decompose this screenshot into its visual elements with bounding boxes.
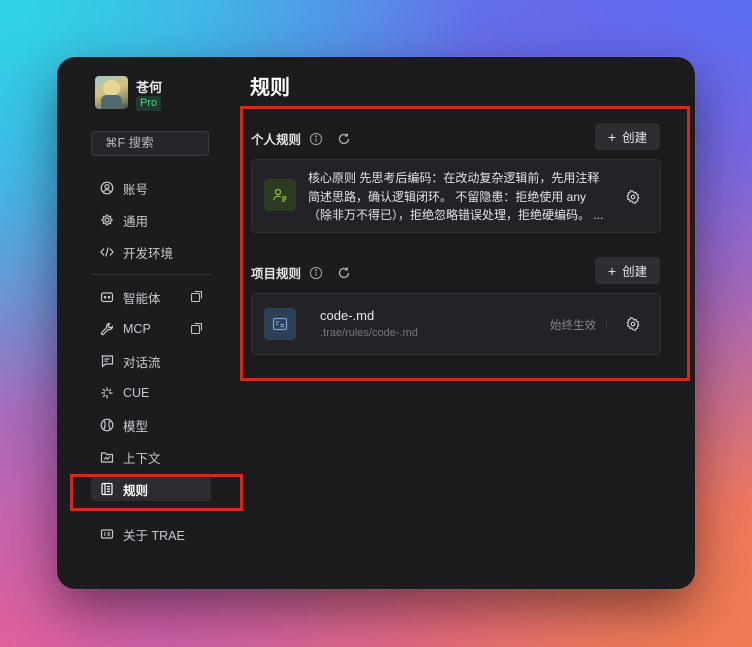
rule-status[interactable]: 始终生效 (550, 317, 596, 333)
wrench-icon (100, 322, 114, 336)
code-icon (100, 245, 114, 259)
username: 苍何 (136, 80, 163, 95)
sidebar-item-label: 通用 (123, 214, 149, 229)
avatar[interactable] (95, 76, 128, 109)
refresh-icon[interactable] (337, 132, 351, 146)
gear-icon (100, 213, 114, 227)
sidebar-item-chat-flow[interactable]: 对话流 (91, 349, 211, 373)
sidebar-item-label: 智能体 (123, 291, 161, 306)
context-icon (100, 450, 114, 464)
sidebar: 苍何 Pro ⌘F 搜索 账号 通用 开发环境 智能体 MCP 对话流 CUE … (57, 57, 227, 589)
info-icon[interactable] (309, 266, 323, 280)
user-rule-icon (264, 179, 296, 211)
plus-icon: + (607, 128, 617, 145)
sidebar-item-label: 模型 (123, 419, 149, 434)
sidebar-item-general[interactable]: 通用 (91, 208, 211, 232)
rules-page: 规则 个人规则 + 创建 核心原则 先思考后编码：在改动复杂逻辑前，先用注释简述… (250, 57, 695, 589)
pro-badge: Pro (136, 96, 162, 111)
page-title: 规则 (250, 77, 290, 99)
sidebar-item-label: 规则 (123, 483, 149, 498)
personal-rules-title: 个人规则 (251, 133, 302, 147)
gear-icon[interactable] (626, 190, 640, 204)
sidebar-item-mcp[interactable]: MCP (91, 317, 211, 341)
sidebar-item-rules[interactable]: 规则 (91, 477, 211, 501)
separator (606, 318, 607, 330)
personal-rule-text: 核心原则 先思考后编码：在改动复杂逻辑前，先用注释简述思路，确认逻辑闭环。 不留… (308, 171, 604, 222)
create-personal-rule-button[interactable]: + 创建 (595, 123, 660, 150)
create-button-label: 创建 (622, 265, 648, 279)
rules-icon (100, 482, 114, 496)
personal-rule-card[interactable]: 核心原则 先思考后编码：在改动复杂逻辑前，先用注释简述思路，确认逻辑闭环。 不留… (251, 159, 661, 233)
project-rule-card[interactable]: code-.md .trae/rules/code-.md 始终生效 (251, 293, 661, 355)
rule-file-path: .trae/rules/code-.md (320, 327, 418, 339)
sidebar-item-cue[interactable]: CUE (91, 381, 211, 405)
sidebar-item-label: MCP (123, 322, 151, 336)
create-button-label: 创建 (622, 131, 648, 145)
about-icon (100, 527, 114, 541)
sidebar-item-about[interactable]: 关于 TRAE (91, 522, 211, 546)
sidebar-item-label: 开发环境 (123, 246, 174, 261)
file-rule-icon (264, 308, 296, 340)
rule-file-name: code-.md (320, 308, 375, 323)
create-project-rule-button[interactable]: + 创建 (595, 257, 660, 284)
refresh-icon[interactable] (337, 266, 351, 280)
search-button[interactable]: ⌘F 搜索 (91, 131, 209, 156)
chat-flow-icon (100, 354, 114, 368)
account-icon (100, 181, 114, 195)
sidebar-item-models[interactable]: 模型 (91, 413, 211, 437)
agent-icon (100, 290, 114, 304)
cue-icon (100, 386, 114, 400)
sidebar-divider (91, 274, 211, 275)
personal-rules-header: 个人规则 (251, 129, 351, 148)
model-icon (100, 418, 114, 432)
sidebar-item-context[interactable]: 上下文 (91, 445, 211, 469)
sidebar-item-agents[interactable]: 智能体 (91, 285, 211, 309)
external-window-icon (190, 322, 203, 335)
sidebar-divider (91, 509, 211, 510)
sidebar-item-label: CUE (123, 386, 150, 400)
settings-window: 苍何 Pro ⌘F 搜索 账号 通用 开发环境 智能体 MCP 对话流 CUE … (57, 57, 695, 589)
project-rules-header: 项目规则 (251, 263, 351, 282)
project-rules-title: 项目规则 (251, 267, 302, 281)
sidebar-item-label: 关于 TRAE (123, 528, 185, 543)
sidebar-item-account[interactable]: 账号 (91, 176, 211, 200)
plus-icon: + (607, 262, 617, 279)
sidebar-item-dev-env[interactable]: 开发环境 (91, 240, 211, 264)
sidebar-item-label: 账号 (123, 182, 149, 197)
sidebar-item-label: 对话流 (123, 355, 161, 370)
gear-icon[interactable] (626, 317, 640, 331)
sidebar-item-label: 上下文 (123, 451, 161, 466)
info-icon[interactable] (309, 132, 323, 146)
external-window-icon (190, 290, 203, 303)
